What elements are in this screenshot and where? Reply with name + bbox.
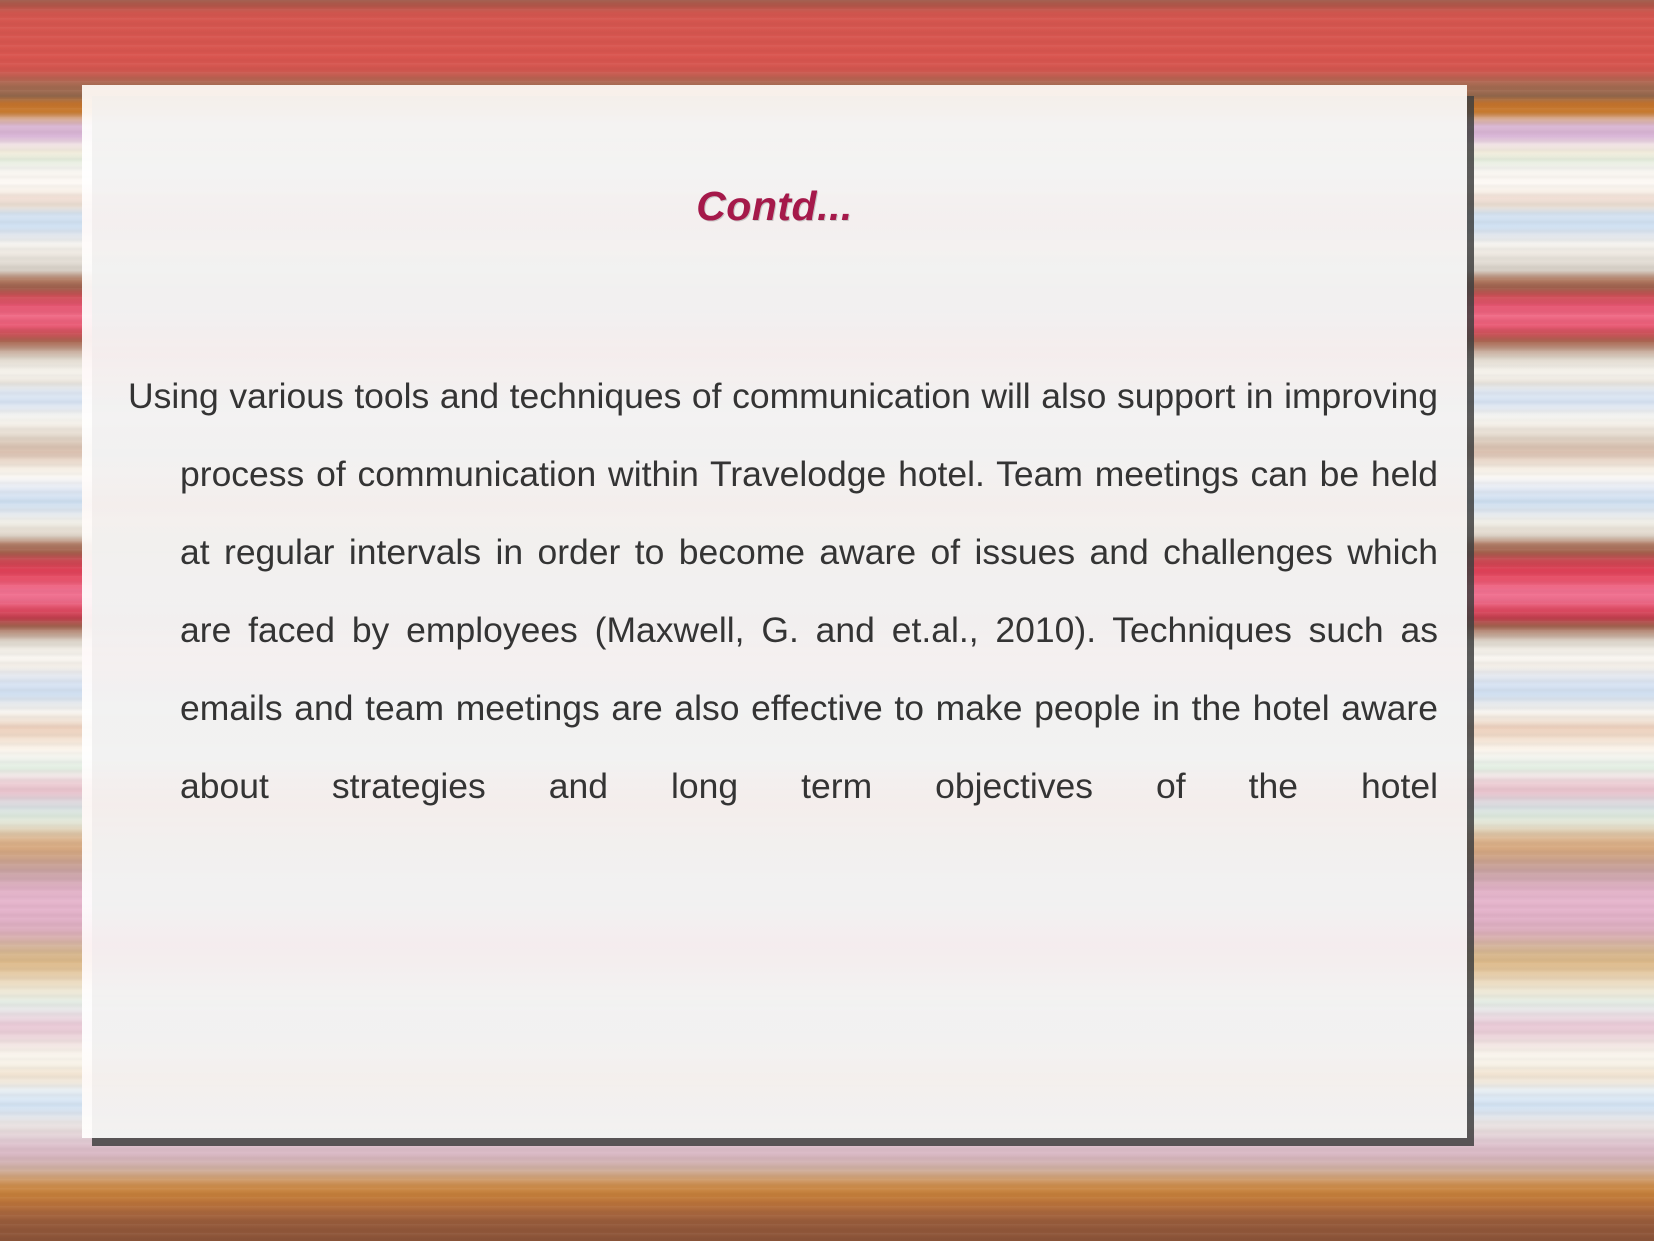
slide-body-paragraph: Using various tools and techniques of co… xyxy=(128,376,1438,806)
slide-stage: Contd... Using various tools and techniq… xyxy=(0,0,1654,1241)
slide-panel-content: Contd... Using various tools and techniq… xyxy=(82,85,1467,1138)
slide-title: Contd... xyxy=(696,183,853,229)
slide-body: Using various tools and techniques of co… xyxy=(128,357,1438,903)
slide-panel: Contd... Using various tools and techniq… xyxy=(82,85,1467,1138)
